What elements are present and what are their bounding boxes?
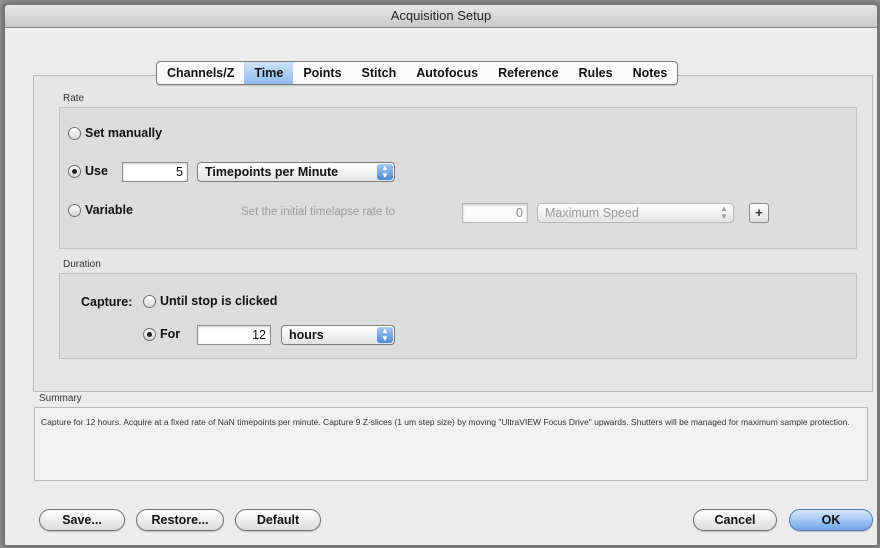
radio-button-icon [143, 294, 156, 308]
rate-group-label: Rate [63, 93, 85, 104]
until-stop-radio[interactable]: Until stop is clicked [143, 294, 277, 308]
ok-button[interactable]: OK [789, 509, 873, 531]
until-stop-label: Until stop is clicked [160, 294, 278, 308]
variable-label: Variable [85, 203, 133, 217]
for-label: For [160, 327, 181, 341]
radio-button-selected-icon [68, 164, 81, 178]
duration-group-label: Duration [63, 259, 101, 270]
up-down-arrows-icon: ▲ ▼ [377, 164, 393, 180]
rate-value-field[interactable]: 5 [122, 162, 188, 182]
duration-group [59, 273, 857, 359]
capture-label: Capture: [81, 295, 133, 309]
variable-unit-popup[interactable]: Maximum Speed ▲ ▼ [537, 203, 734, 223]
tab-reference[interactable]: Reference [488, 62, 568, 84]
rate-unit-popup[interactable]: Timepoints per Minute ▲ ▼ [197, 162, 395, 182]
variable-radio[interactable]: Variable [68, 203, 133, 217]
rate-unit-label: Timepoints per Minute [205, 165, 339, 179]
variable-prompt: Set the initial timelapse rate to [241, 206, 396, 218]
duration-unit-popup[interactable]: hours ▲ ▼ [281, 325, 395, 345]
summary-text: Capture for 12 hours. Acquire at a fixed… [34, 407, 868, 481]
tab-points[interactable]: Points [293, 62, 351, 84]
save-button[interactable]: Save... [39, 509, 125, 531]
up-down-arrows-icon: ▲ ▼ [720, 204, 728, 221]
summary-label: Summary [39, 393, 82, 404]
for-radio[interactable]: For [143, 327, 180, 341]
tab-time[interactable]: Time [244, 62, 294, 84]
variable-unit-label: Maximum Speed [545, 206, 639, 220]
restore-button[interactable]: Restore... [136, 509, 224, 531]
duration-value-field[interactable]: 12 [197, 325, 271, 345]
default-button[interactable]: Default [235, 509, 321, 531]
radio-button-icon [68, 126, 81, 140]
up-down-arrows-icon: ▲ ▼ [377, 327, 393, 343]
add-button[interactable]: + [749, 203, 769, 223]
radio-button-selected-icon [143, 327, 156, 341]
tab-rules[interactable]: Rules [569, 62, 623, 84]
tab-channels-z[interactable]: Channels/Z [157, 62, 244, 84]
duration-unit-label: hours [289, 328, 324, 342]
cancel-button[interactable]: Cancel [693, 509, 777, 531]
tab-notes[interactable]: Notes [623, 62, 678, 84]
use-radio[interactable]: Use [68, 164, 108, 178]
window-title: Acquisition Setup [5, 5, 877, 28]
variable-value-field[interactable]: 0 [462, 203, 528, 223]
use-label: Use [85, 164, 108, 178]
acquisition-setup-window: Acquisition Setup Channels/Z Time Points… [4, 4, 878, 546]
set-manually-label: Set manually [85, 126, 163, 140]
tab-bar: Channels/Z Time Points Stitch Autofocus … [156, 61, 679, 85]
set-manually-radio[interactable]: Set manually [68, 126, 162, 140]
radio-button-icon [68, 203, 81, 217]
tab-stitch[interactable]: Stitch [352, 62, 407, 84]
tab-autofocus[interactable]: Autofocus [406, 62, 488, 84]
